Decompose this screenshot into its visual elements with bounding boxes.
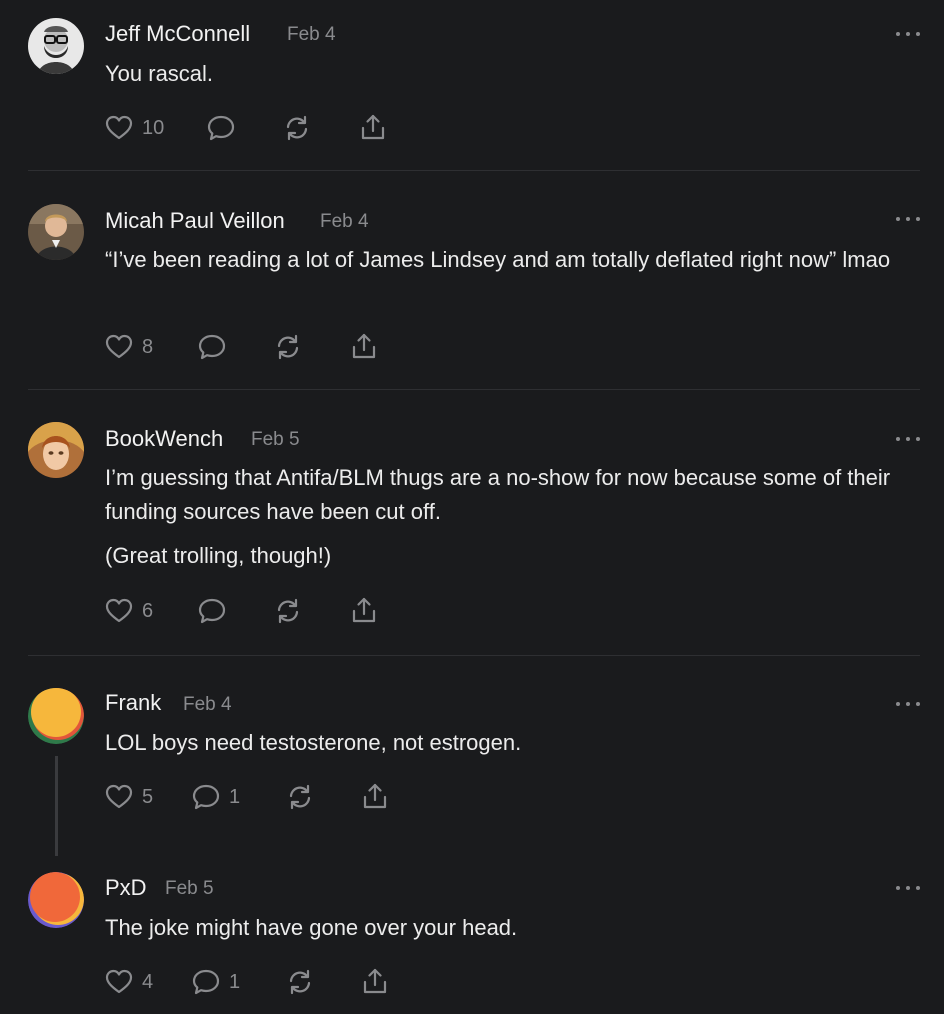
comment-paragraph: You rascal. [105,61,214,86]
heart-icon [105,334,133,359]
more-options-button[interactable] [896,882,920,894]
comment-body: “I’ve been reading a lot of James Lindse… [105,243,925,277]
restack-arrows-icon [289,969,311,995]
heart-icon [105,784,133,809]
like-button[interactable]: 4 [104,967,153,997]
comment-item: Frank Feb 4 LOL boys need testosterone, … [0,672,944,856]
like-count: 6 [142,599,154,622]
like-count: 4 [142,970,154,993]
speech-bubble-icon [207,115,235,141]
divider [28,170,920,171]
ellipsis-icon [896,886,900,890]
share-upload-icon [352,333,376,359]
avatar[interactable] [28,872,84,928]
restack-button[interactable] [273,596,303,626]
restack-arrows-icon [277,598,299,624]
ellipsis-icon [896,217,900,221]
like-count: 8 [142,335,154,358]
ellipsis-icon [896,32,900,36]
comment-date[interactable]: Feb 4 [287,24,336,46]
reply-button[interactable] [206,113,236,143]
reply-count: 1 [229,970,241,993]
restack-button[interactable] [285,967,315,997]
comment-date[interactable]: Feb 5 [251,429,300,451]
divider [28,655,920,656]
like-count: 10 [142,116,165,139]
author-name[interactable]: PxD [105,875,147,901]
more-options-button[interactable] [896,433,920,445]
heart-icon [105,598,133,623]
ellipsis-icon [896,702,900,706]
more-options-button[interactable] [896,213,920,225]
reply-button[interactable]: 1 [191,967,240,997]
comment-paragraph: LOL boys need testosterone, not estrogen… [105,730,522,755]
comment-paragraph: The joke might have gone over your head. [105,915,518,940]
speech-bubble-icon [198,334,226,360]
divider [28,389,920,390]
reply-button[interactable] [197,332,227,362]
reply-button[interactable] [197,596,227,626]
share-button[interactable] [360,782,390,812]
speech-bubble-icon [192,969,220,995]
author-name[interactable]: BookWench [105,426,223,452]
comment-date[interactable]: Feb 4 [320,211,369,233]
share-upload-icon [363,783,387,809]
comment-body: LOL boys need testosterone, not estrogen… [105,726,925,760]
avatar[interactable] [28,204,84,260]
restack-arrows-icon [286,115,308,141]
comments-feed: Jeff McConnell Feb 4 You rascal. 10 Mica… [0,0,944,1014]
speech-bubble-icon [198,598,226,624]
reply-count: 1 [229,785,241,808]
restack-button[interactable] [273,332,303,362]
comment-item: PxD Feb 5 The joke might have gone over … [0,858,944,1014]
comment-item: Micah Paul Veillon Feb 4 “I’ve been read… [0,190,944,390]
share-button[interactable] [349,332,379,362]
like-count: 5 [142,785,154,808]
restack-arrows-icon [277,334,299,360]
share-upload-icon [352,597,376,623]
author-name[interactable]: Micah Paul Veillon [105,208,285,234]
like-button[interactable]: 8 [104,332,153,362]
like-button[interactable]: 10 [104,113,164,143]
share-upload-icon [361,114,385,140]
restack-arrows-icon [289,784,311,810]
reply-button[interactable]: 1 [191,782,240,812]
avatar[interactable] [28,18,84,74]
avatar[interactable] [28,688,84,744]
heart-icon [105,969,133,994]
like-button[interactable]: 6 [104,596,153,626]
more-options-button[interactable] [896,28,920,40]
restack-button[interactable] [285,782,315,812]
heart-icon [105,115,133,140]
comment-item: Jeff McConnell Feb 4 You rascal. 10 [0,0,944,172]
comment-paragraph: “I’ve been reading a lot of James Lindse… [105,247,891,272]
thread-line [55,756,58,856]
share-button[interactable] [360,967,390,997]
share-upload-icon [363,968,387,994]
like-button[interactable]: 5 [104,782,153,812]
author-name[interactable]: Frank [105,690,161,716]
ellipsis-icon [896,437,900,441]
comment-body: I’m guessing that Antifa/BLM thugs are a… [105,461,925,573]
comment-item: BookWench Feb 5 I’m guessing that Antifa… [0,408,944,656]
comment-date[interactable]: Feb 5 [165,878,214,900]
comment-paragraph: I’m guessing that Antifa/BLM thugs are a… [105,465,891,524]
speech-bubble-icon [192,784,220,810]
comment-body: The joke might have gone over your head. [105,911,925,945]
comment-date[interactable]: Feb 4 [183,694,232,716]
comment-body: You rascal. [105,57,925,91]
share-button[interactable] [349,596,379,626]
author-name[interactable]: Jeff McConnell [105,21,250,47]
share-button[interactable] [358,113,388,143]
restack-button[interactable] [282,113,312,143]
avatar[interactable] [28,422,84,478]
more-options-button[interactable] [896,698,920,710]
comment-paragraph: (Great trolling, though!) [105,543,332,568]
